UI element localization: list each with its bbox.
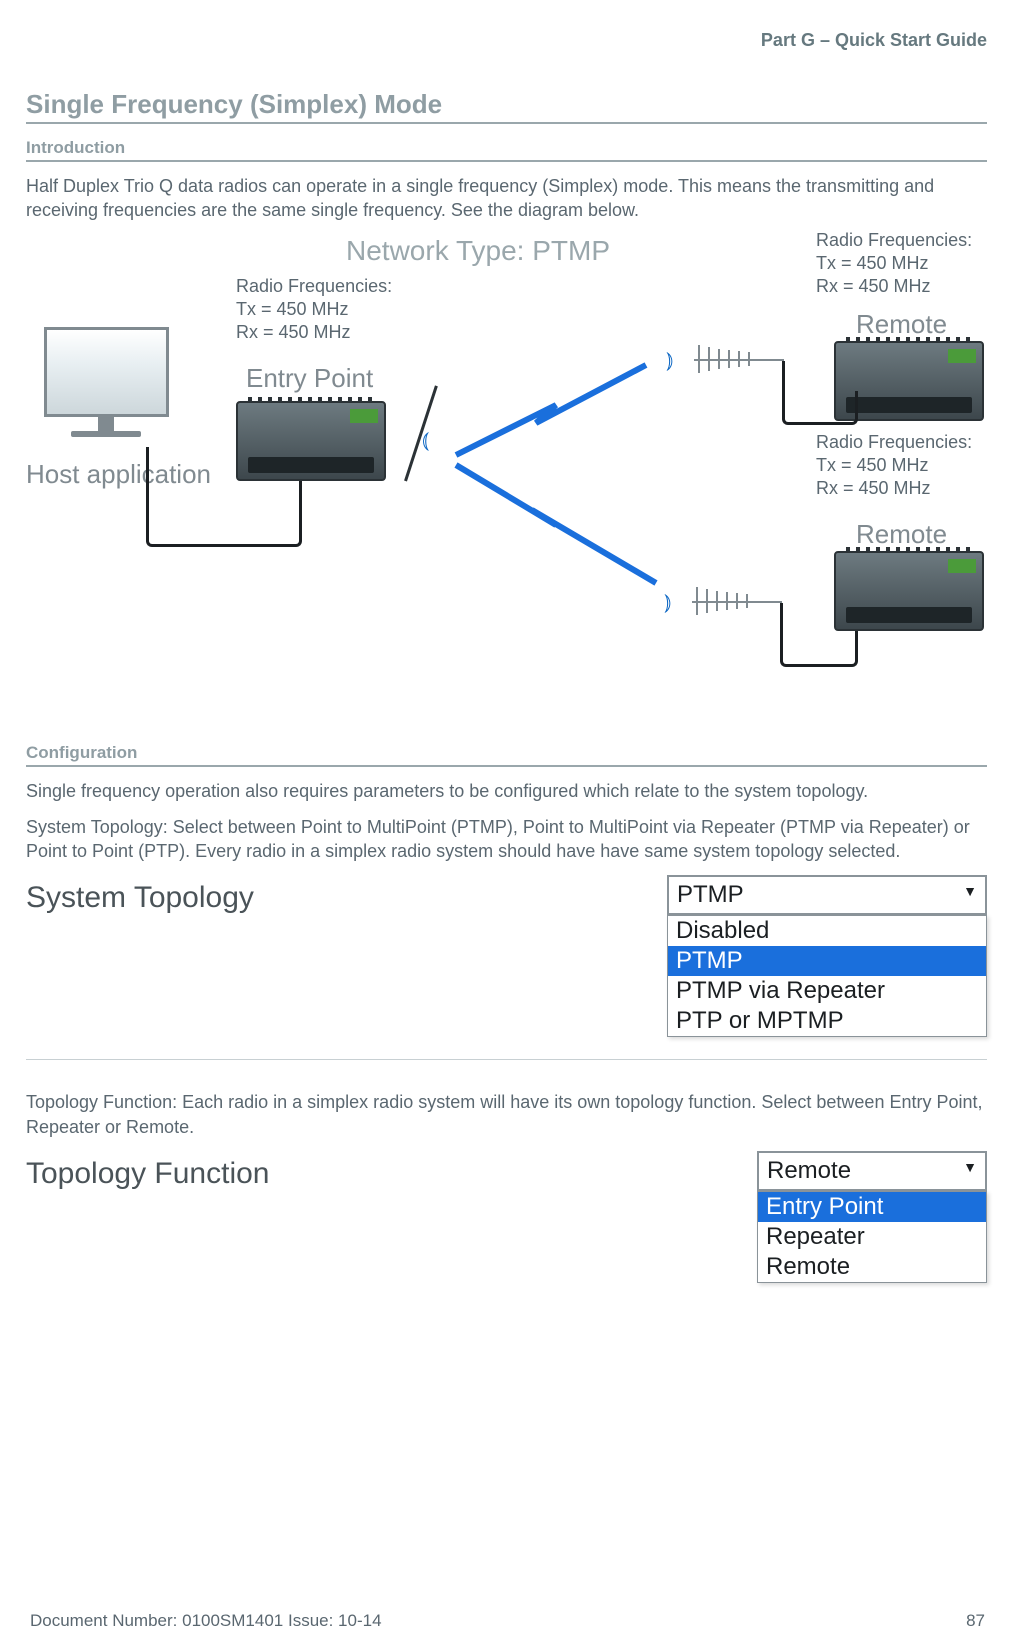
wave-icon: ⦅ xyxy=(666,347,673,373)
cable-icon xyxy=(782,361,838,425)
intro-heading: Introduction xyxy=(26,138,987,162)
cable-icon xyxy=(146,447,236,547)
page-number: 87 xyxy=(966,1611,985,1631)
option-ptmp-repeater[interactable]: PTMP via Repeater xyxy=(668,976,986,1006)
cable-icon xyxy=(834,391,858,425)
entry-antenna-icon xyxy=(404,385,438,481)
topology-function-row: Topology Function Remote Entry Point Rep… xyxy=(26,1151,987,1283)
topology-function-label: Topology Function xyxy=(26,1151,757,1191)
system-topology-label: System Topology xyxy=(26,875,667,915)
cable-icon xyxy=(232,481,302,547)
rf-link-icon xyxy=(446,335,686,595)
freq-entry: Radio Frequencies: Tx = 450 MHz Rx = 450… xyxy=(236,275,392,345)
freq-remote-1: Radio Frequencies: Tx = 450 MHz Rx = 450… xyxy=(816,229,972,299)
config-p1: Single frequency operation also requires… xyxy=(26,779,987,803)
page-title: Single Frequency (Simplex) Mode xyxy=(26,89,987,124)
part-header: Part G – Quick Start Guide xyxy=(26,30,987,51)
remote-1-label: Remote xyxy=(856,309,947,340)
network-diagram: Network Type: PTMP Radio Frequencies: Tx… xyxy=(26,235,987,735)
wave-icon: ⦅ xyxy=(664,589,671,615)
entry-point-label: Entry Point xyxy=(246,363,373,394)
topology-function-options[interactable]: Entry Point Repeater Remote xyxy=(757,1191,987,1283)
wave-icon: ⦅ xyxy=(422,427,429,453)
option-entry-point[interactable]: Entry Point xyxy=(758,1192,986,1222)
diagram-title: Network Type: PTMP xyxy=(346,235,610,267)
entry-radio-icon xyxy=(236,401,386,481)
page-footer: Document Number: 0100SM1401 Issue: 10-14… xyxy=(30,1611,985,1631)
intro-body: Half Duplex Trio Q data radios can opera… xyxy=(26,174,987,223)
config-p2: System Topology: Select between Point to… xyxy=(26,815,987,864)
freq-remote-2: Radio Frequencies: Tx = 450 MHz Rx = 450… xyxy=(816,431,972,501)
option-ptmp[interactable]: PTMP xyxy=(668,946,986,976)
yagi-bars-icon xyxy=(698,345,750,373)
config-heading: Configuration xyxy=(26,743,987,767)
yagi-bars-icon xyxy=(696,587,748,615)
doc-number: Document Number: 0100SM1401 Issue: 10-14 xyxy=(30,1611,382,1631)
system-topology-selected[interactable]: PTMP xyxy=(667,875,987,915)
config-p3: Topology Function: Each radio in a simpl… xyxy=(26,1090,987,1139)
system-topology-dropdown[interactable]: PTMP Disabled PTMP PTMP via Repeater PTP… xyxy=(667,875,987,1037)
cable-icon xyxy=(834,631,858,667)
option-ptp[interactable]: PTP or MPTMP xyxy=(668,1006,986,1036)
option-remote[interactable]: Remote xyxy=(758,1252,986,1282)
system-topology-row: System Topology PTMP Disabled PTMP PTMP … xyxy=(26,875,987,1060)
system-topology-options[interactable]: Disabled PTMP PTMP via Repeater PTP or M… xyxy=(667,915,987,1037)
option-disabled[interactable]: Disabled xyxy=(668,916,986,946)
remote-2-label: Remote xyxy=(856,519,947,550)
cable-icon xyxy=(780,603,838,667)
topology-function-dropdown[interactable]: Remote Entry Point Repeater Remote xyxy=(757,1151,987,1283)
topology-function-selected[interactable]: Remote xyxy=(757,1151,987,1191)
remote-2-radio-icon xyxy=(834,551,984,631)
option-repeater[interactable]: Repeater xyxy=(758,1222,986,1252)
